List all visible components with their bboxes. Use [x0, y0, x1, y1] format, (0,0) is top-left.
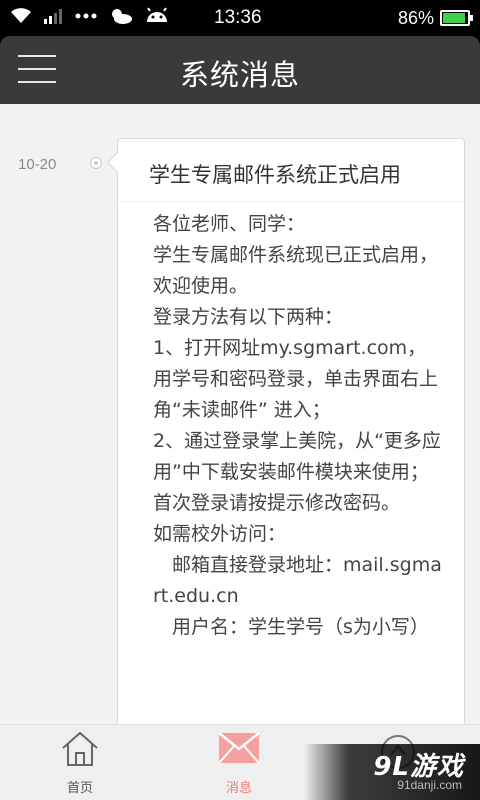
- nav-messages[interactable]: 消息: [189, 725, 289, 800]
- message-line: 各位老师、同学：: [153, 213, 306, 235]
- status-time: 13:36: [214, 7, 262, 28]
- divider: [118, 201, 464, 202]
- nav-home[interactable]: 首页: [30, 725, 130, 800]
- mail-icon: [219, 733, 259, 763]
- timeline-dot-icon: [90, 157, 102, 169]
- message-line: 邮箱直接登录地址：mail.sgmart.edu.cn: [153, 554, 442, 607]
- status-icons: [10, 6, 170, 26]
- message-line: 用户名：学生学号（s为小写）: [153, 616, 429, 638]
- message-line: 1、打开网址my.sgmart.com，用学号和密码登录，单击界面右上角“未读邮…: [153, 337, 439, 421]
- message-title: 学生专属邮件系统正式启用: [149, 163, 401, 187]
- message-line: 登录方法有以下两种：: [153, 306, 344, 328]
- watermark-url: 91danji.com: [397, 778, 462, 792]
- home-icon: [62, 731, 98, 766]
- battery-percent: 86%: [397, 8, 434, 28]
- message-line: 首次登录请按提示修改密码。: [153, 492, 401, 514]
- nav-home-label: 首页: [66, 781, 93, 796]
- message-line: 2、通过登录掌上美院，从“更多应用”中下载安装邮件模块来使用；: [153, 430, 441, 483]
- message-date: 10-20: [18, 156, 57, 173]
- message-line: 学生专属邮件系统现已正式启用，欢迎使用。: [153, 244, 439, 297]
- message-line: 如需校外访问：: [153, 523, 287, 545]
- app-header: 系统消息: [0, 36, 480, 104]
- status-bar: 13:36 86%: [0, 0, 480, 36]
- more-dots-icon: [75, 13, 97, 19]
- message-body: 各位老师、同学： 学生专属邮件系统现已正式启用，欢迎使用。 登录方法有以下两种：…: [153, 209, 443, 643]
- message-card[interactable]: 学生专属邮件系统正式启用 各位老师、同学： 学生专属邮件系统现已正式启用，欢迎使…: [117, 138, 465, 724]
- nav-messages-label: 消息: [225, 781, 252, 796]
- message-list[interactable]: 10-20 学生专属邮件系统正式启用 各位老师、同学： 学生专属邮件系统现已正式…: [0, 104, 480, 724]
- weather-icon: [112, 9, 132, 24]
- signal-icon: [44, 9, 62, 24]
- page-title: 系统消息: [179, 58, 300, 92]
- watermark: 9L游戏 91danji.com: [304, 744, 480, 800]
- wifi-icon: [11, 8, 31, 23]
- android-icon: [147, 7, 167, 22]
- battery-icon: [440, 10, 473, 26]
